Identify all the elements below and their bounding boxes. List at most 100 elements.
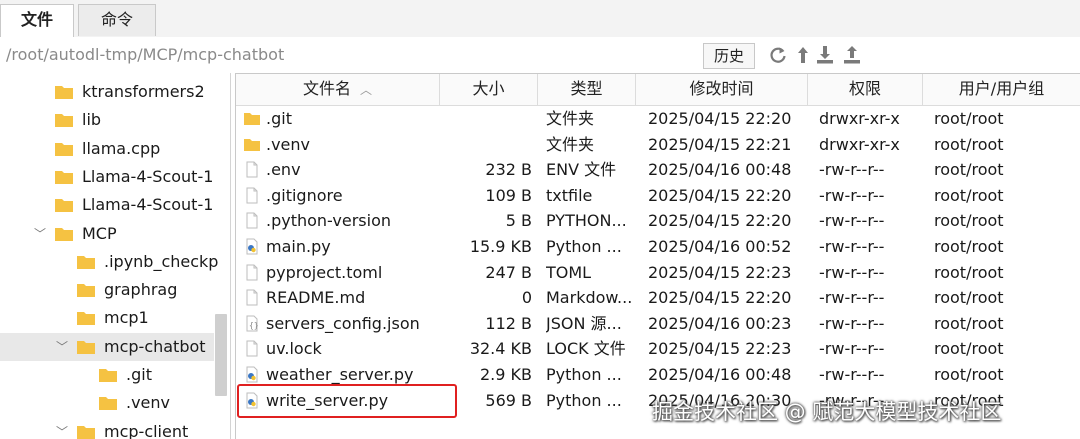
- file-name: .env: [266, 160, 301, 180]
- file-perm: -rw-r--r--: [819, 313, 885, 333]
- file-owner: root/root: [934, 365, 1004, 384]
- watermark: 掘金技术社区 @ 赋范大模型技术社区: [652, 400, 1002, 424]
- tree-item[interactable]: Llama-4-Scout-1: [54, 191, 214, 219]
- svg-text:{}: {}: [249, 321, 259, 330]
- tree-item[interactable]: mcp1: [76, 304, 214, 332]
- file-row[interactable]: {} servers_config.json 112 B JSON 源... 2025/…: [236, 311, 1080, 337]
- file-perm: -rw-r--r--: [819, 185, 885, 205]
- file-modified: 2025/04/16 00:52: [648, 237, 792, 256]
- tree-item[interactable]: graphrag: [76, 276, 214, 304]
- file-type: LOCK 文件: [546, 339, 626, 359]
- file-row[interactable]: main.py 15.9 KB Python ... 2025/04/16 00:52…: [236, 234, 1080, 260]
- file-perm: drwxr-xr-x: [819, 134, 900, 154]
- file-type: Python ...: [546, 237, 622, 256]
- file-name: uv.lock: [266, 339, 322, 359]
- column-type[interactable]: 类型: [538, 74, 636, 105]
- file-type: PYTHON...: [546, 211, 627, 231]
- tree-item[interactable]: lib: [54, 106, 214, 134]
- file-row[interactable]: pyproject.toml 247 B TOML 2025/04/15 22:23 -…: [236, 260, 1080, 286]
- file-row[interactable]: uv.lock 32.4 KB LOCK 文件 2025/04/15 22:23 -rw…: [236, 336, 1080, 362]
- column-modified[interactable]: 修改时间: [636, 74, 808, 105]
- json-file-icon: {}: [244, 315, 260, 332]
- tree-item[interactable]: llama.cpp: [54, 135, 214, 163]
- directory-tree: ktransformers2 lib llama.cpp Llama-4-Scout-…: [0, 73, 232, 439]
- file-modified: 2025/04/15 22:20: [648, 185, 792, 205]
- file-row[interactable]: README.md 0 Markdow... 2025/04/15 22:20 -rw-…: [236, 285, 1080, 311]
- chevron-down-icon[interactable]: ﹀: [56, 333, 70, 361]
- file-owner: root/root: [934, 134, 1004, 154]
- file-name: .python-version: [266, 211, 391, 231]
- file-perm: -rw-r--r--: [819, 365, 885, 384]
- file-perm: -rw-r--r--: [819, 160, 885, 180]
- file-modified: 2025/04/16 00:48: [648, 365, 792, 384]
- file-name: .venv: [266, 134, 311, 154]
- file-modified: 2025/04/15 22:20: [648, 288, 792, 308]
- file-perm: -rw-r--r--: [819, 211, 885, 231]
- file-owner: root/root: [934, 160, 1004, 180]
- file-type: txtfile: [546, 185, 593, 205]
- tree-item[interactable]: ktransformers2: [54, 78, 214, 106]
- download-icon[interactable]: [815, 45, 835, 65]
- path-input[interactable]: /root/autodl-tmp/MCP/mcp-chatbot: [6, 45, 284, 64]
- file-row[interactable]: .env 232 B ENV 文件 2025/04/16 00:48 -rw-r--r-…: [236, 157, 1080, 183]
- tree-item[interactable]: .ipynb_checkp: [76, 248, 218, 276]
- tree-item-label: Llama-4-Scout-1: [82, 166, 214, 186]
- file-type: ENV 文件: [546, 160, 617, 180]
- file-name: servers_config.json: [266, 313, 420, 333]
- tree-item[interactable]: ﹀ mcp-chatbot: [0, 332, 214, 361]
- column-owner[interactable]: 用户/用户组: [923, 74, 1080, 105]
- file-perm: -rw-r--r--: [819, 288, 885, 308]
- history-button[interactable]: 历史: [703, 43, 755, 69]
- file-row[interactable]: .gitignore 109 B txtfile 2025/04/15 22:20 -r…: [236, 183, 1080, 209]
- file-perm: drwxr-xr-x: [819, 109, 900, 128]
- column-name[interactable]: 文件名 ︿: [236, 74, 440, 105]
- chevron-down-icon[interactable]: ﹀: [56, 418, 70, 439]
- sort-asc-icon: ︿: [360, 83, 373, 97]
- upload-arrow-icon[interactable]: [793, 45, 813, 65]
- tree-item-label: .ipynb_checkp: [104, 251, 219, 271]
- file-row[interactable]: .git 文件夹 2025/04/15 22:20 drwxr-xr-x root/ro…: [236, 106, 1080, 132]
- file-size: 5 B: [505, 211, 532, 231]
- file-icon: [244, 289, 260, 306]
- file-owner: root/root: [934, 313, 1004, 333]
- file-name: .git: [266, 109, 292, 128]
- file-owner: root/root: [934, 237, 1004, 256]
- upload-icon[interactable]: [842, 45, 862, 65]
- file-size: 109 B: [485, 185, 532, 205]
- file-type: 文件夹: [546, 109, 595, 128]
- file-row[interactable]: .venv 文件夹 2025/04/15 22:21 drwxr-xr-x root/r…: [236, 132, 1080, 158]
- file-modified: 2025/04/15 22:23: [648, 262, 792, 282]
- table-header: 文件名 ︿ 大小 类型 修改时间 权限 用户/用户组: [236, 74, 1080, 106]
- column-permissions[interactable]: 权限: [808, 74, 923, 105]
- file-size: [440, 106, 532, 131]
- tree-item[interactable]: Llama-4-Scout-1: [54, 163, 214, 191]
- tree-scrollbar[interactable]: [215, 314, 227, 396]
- tree-item[interactable]: ﹀ mcp-client: [56, 418, 214, 439]
- file-icon: [244, 264, 260, 281]
- tree-item[interactable]: .git: [98, 361, 214, 389]
- tab-commands[interactable]: 命令: [78, 4, 156, 36]
- file-modified: 2025/04/16 00:48: [648, 160, 792, 180]
- file-name: .gitignore: [266, 185, 343, 205]
- folder-icon: [244, 110, 260, 127]
- tree-item-label: mcp-client: [104, 421, 189, 439]
- tree-item-label: mcp-chatbot: [104, 336, 206, 356]
- tree-item[interactable]: .venv: [98, 389, 214, 417]
- file-modified: 2025/04/15 22:21: [648, 134, 792, 154]
- file-type: JSON 源...: [546, 313, 622, 333]
- file-owner: root/root: [934, 288, 1004, 308]
- tree-item[interactable]: ﹀ MCP: [34, 220, 214, 248]
- tree-item-label: lib: [82, 110, 102, 130]
- refresh-icon[interactable]: [768, 45, 788, 65]
- tab-files[interactable]: 文件: [0, 4, 74, 38]
- tree-item-label: graphrag: [104, 280, 178, 300]
- chevron-down-icon[interactable]: ﹀: [34, 220, 48, 248]
- file-owner: root/root: [934, 262, 1004, 282]
- file-icon: [244, 161, 260, 178]
- file-owner: root/root: [934, 211, 1004, 231]
- file-owner: root/root: [934, 339, 1004, 359]
- file-size: 15.9 KB: [469, 237, 532, 256]
- divider: [230, 73, 231, 439]
- column-size[interactable]: 大小: [440, 74, 538, 105]
- file-row[interactable]: .python-version 5 B PYTHON... 2025/04/15 22…: [236, 208, 1080, 234]
